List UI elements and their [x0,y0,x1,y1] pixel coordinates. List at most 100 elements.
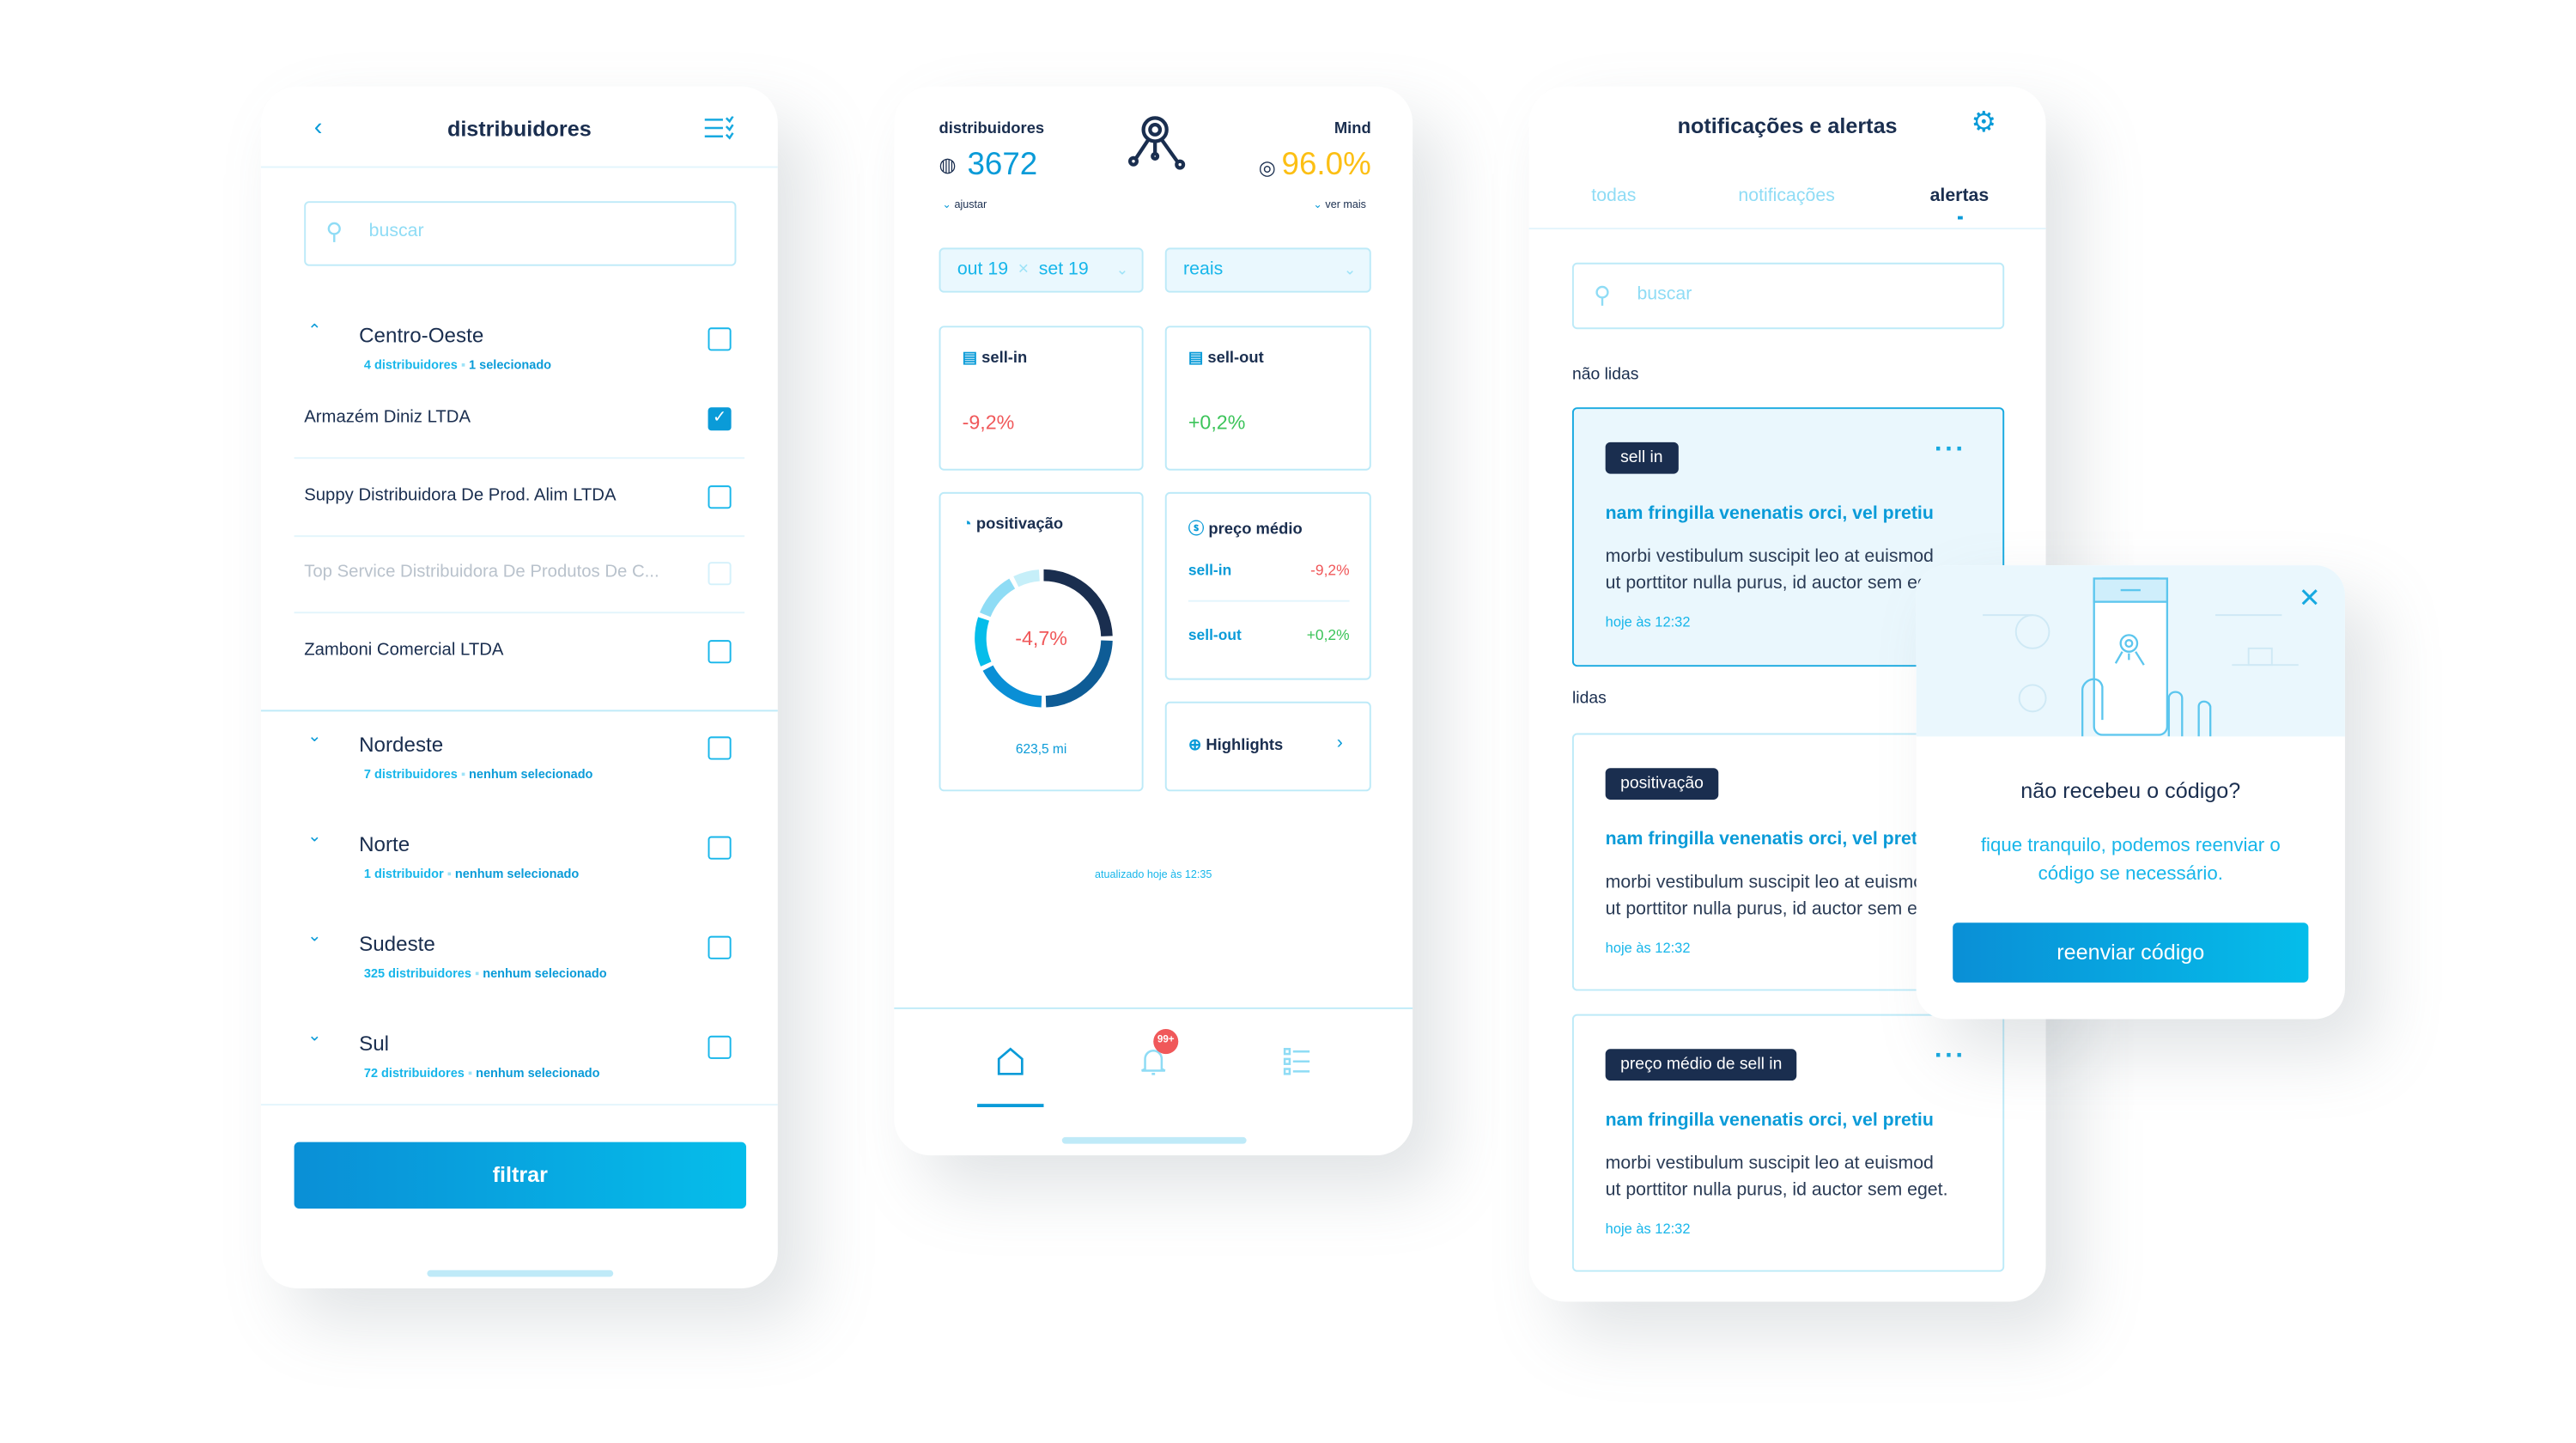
notification-card[interactable]: preço médio de sell in ··· nam fringilla… [1571,1014,2005,1272]
region-checkbox[interactable] [708,836,732,860]
distributor-name: Armazém Diniz LTDA [304,407,471,428]
region-name: Norte [359,832,410,856]
resend-code-button[interactable]: reenviar código [1953,922,2309,983]
region-checkbox[interactable] [708,935,732,959]
positivation-value: -4,7% [1015,626,1067,650]
region-name: Sudeste [359,932,435,956]
distributors-count: 3672 [967,148,1038,183]
modal-title: não recebeu o código? [2020,777,2241,803]
page-title: notificações e alertas [1677,113,1898,138]
more-options-icon[interactable]: ··· [1935,1043,1966,1073]
region-summary: 7 distribuidores ▪ nenhum selecionado [363,766,593,782]
avg-sell-in-label: sell-in [1188,562,1232,579]
category-tag: positivação [1605,768,1719,800]
globe-icon: ⊕ [1188,736,1206,755]
notification-title: nam fringilla venenatis orci, vel pretiu [1605,829,1934,850]
chevron-right-icon: › [1336,733,1343,753]
chevron-up-icon[interactable]: ⌃ [307,322,321,340]
distributor-checkbox[interactable] [708,640,732,664]
distributor-checkbox[interactable] [708,562,732,587]
sell-out-card[interactable]: ▤ sell-out +0,2% [1164,326,1371,471]
region-summary: 72 distribuidores ▪ nenhum selecionado [363,1065,600,1081]
gear-icon[interactable]: ⚙ [1971,107,1996,140]
distributors-label: distribuidores [939,119,1045,138]
sell-in-card[interactable]: ▤ sell-in -9,2% [939,326,1144,471]
region-nordeste[interactable]: ⌄ Nordeste 7 distribuidores ▪ nenhum sel… [261,728,778,795]
region-checkbox[interactable] [708,736,732,760]
globe-icon: ◍ [939,153,957,177]
avg-price-card[interactable]: ⓢ preço médio sell-in -9,2% sell-out +0,… [1164,491,1371,680]
chevron-down-icon[interactable]: ⌄ [307,1027,321,1045]
currency-select[interactable]: reais ⌄ [1164,247,1371,293]
tab-0[interactable]: todas [1531,186,1698,206]
region-summary: 4 distribuidores ▪ 1 selecionado [363,357,552,373]
see-more-link[interactable]: ⌄ ver mais [1313,198,1366,211]
sell-out-value: +0,2% [1188,411,1246,435]
notification-time: hoje às 12:32 [1605,613,1691,630]
modal-text-line2: código se necessário. [2038,864,2223,885]
distributor-checkbox[interactable] [708,484,732,508]
donut-segment [980,578,1016,618]
category-tag: sell in [1605,441,1679,474]
notification-title: nam fringilla venenatis orci, vel pretiu [1605,503,1934,524]
region-centro-oeste[interactable]: ⌃ Centro-Oeste 4 distribuidores ▪ 1 sele… [261,320,778,386]
chevron-down-icon[interactable]: ⌄ [307,928,321,946]
mind-logo [1127,116,1186,170]
tab-1[interactable]: notificações [1704,186,1870,206]
region-checkbox[interactable] [708,1035,732,1059]
positivation-total: 623,5 mi [1015,741,1067,757]
notification-time: hoje às 12:32 [1605,939,1691,956]
adjust-link[interactable]: ⌄ ajustar [942,198,987,211]
notification-badge: 99+ [1153,1029,1179,1055]
more-options-icon[interactable]: ··· [1935,435,1966,466]
chevron-down-icon[interactable]: ⌄ [307,728,321,746]
distributor-name: Zamboni Comercial LTDA [304,640,504,661]
phone-illustration [1916,565,2345,737]
distributor-row[interactable]: Top Service Distribuidora De Produtos De… [261,554,778,630]
category-tag: preço médio de sell in [1605,1049,1797,1081]
home-indicator [1061,1136,1247,1144]
select-all-icon[interactable] [704,116,735,140]
distributor-row[interactable]: Zamboni Comercial LTDA [261,632,778,709]
search-icon: ⚲ [325,217,343,245]
dashboard-screen: distribuidores ◍ 3672 ⌄ ajustar Mind ◎ 9… [894,86,1413,1156]
chevron-down-icon[interactable]: ⌄ [307,828,321,846]
region-sul[interactable]: ⌄ Sul 72 distribuidores ▪ nenhum selecio… [261,1027,778,1093]
filter-button[interactable]: filtrar [294,1142,747,1209]
notification-body: ut porttitor nulla purus, id auctor sem … [1605,899,1948,920]
region-name: Sul [359,1032,390,1056]
read-heading: lidas [1571,690,1607,709]
region-name: Centro-Oeste [359,324,484,348]
donut-segment [1013,569,1041,588]
region-norte[interactable]: ⌄ Norte 1 distribuidor ▪ nenhum selecion… [261,828,778,894]
avg-sell-out-value: +0,2% [1306,626,1350,644]
distributor-row[interactable]: Suppy Distribuidora De Prod. Alim LTDA [261,477,778,553]
positivation-card[interactable]: ◔ positivação -4,7% 623,5 mi [939,491,1144,792]
search-placeholder: buscar [368,221,424,241]
resend-code-modal: ✕ não recebeu o código? fique tranquilo,… [1916,565,2345,1020]
active-tab-indicator [1957,216,1963,219]
sell-out-icon: ▤ [1188,349,1208,368]
list-icon[interactable] [1283,1045,1313,1075]
home-icon[interactable] [995,1045,1025,1075]
search-input[interactable]: ⚲ buscar [304,201,737,266]
close-icon[interactable]: ✕ [2299,581,2321,615]
search-input[interactable]: ⚲ buscar [1571,262,2005,330]
tab-2[interactable]: alertas [1876,186,2043,206]
region-sudeste[interactable]: ⌄ Sudeste 325 distribuidores ▪ nenhum se… [261,928,778,994]
period-select[interactable]: out 19 × set 19 ⌄ [939,247,1144,293]
distributor-checkbox[interactable]: ✓ [708,407,732,431]
pie-icon: ◔ [962,514,976,534]
distributor-row[interactable]: Armazém Diniz LTDA ✓ [261,399,778,476]
home-indicator [427,1269,614,1277]
mind-value: ◎ 96.0% [1258,148,1371,183]
notification-body: morbi vestibulum suscipit leo at euismod [1605,546,1934,567]
notification-body: morbi vestibulum suscipit leo at euismod [1605,1154,1934,1174]
region-checkbox[interactable] [708,327,732,351]
search-placeholder: buscar [1637,283,1692,305]
highlights-button[interactable]: ⊕ Highlights › [1164,701,1371,792]
distributor-name: Suppy Distribuidora De Prod. Alim LTDA [304,484,617,505]
search-icon: ⚲ [1594,281,1611,308]
target-icon: ◎ [1258,155,1282,180]
home-tab-indicator [977,1104,1044,1108]
